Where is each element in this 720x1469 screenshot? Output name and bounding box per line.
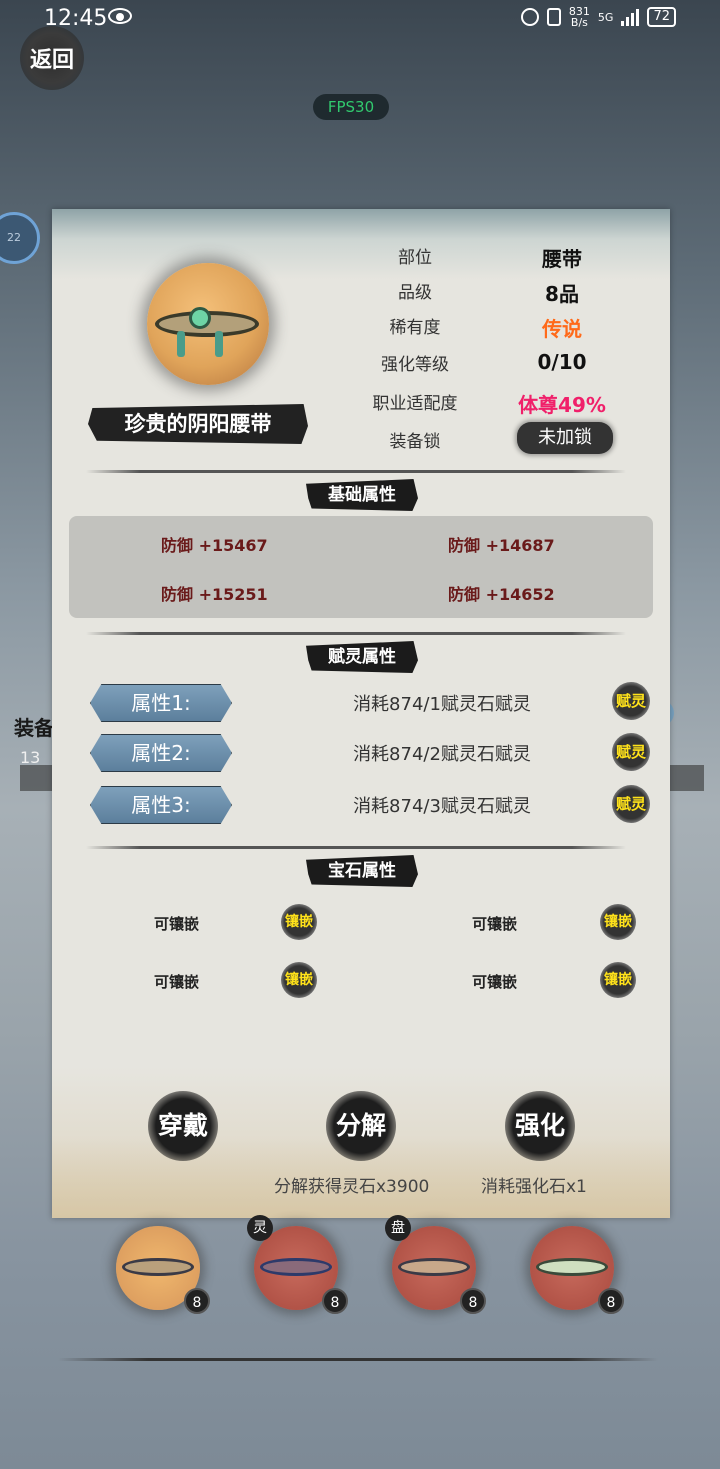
belt-icon [536,1258,608,1276]
grade-badge: 8 [184,1288,210,1314]
enchant-slot-3-button[interactable]: 赋灵 [612,785,650,823]
background-level-badge: 22 [0,212,40,264]
enchant-slot-1-button[interactable]: 赋灵 [612,682,650,720]
enchant-slot-2-label[interactable]: 属性2: [90,734,232,772]
slot-tag: 盘 [385,1215,411,1241]
base-stat: 防御 +15251 [161,585,268,604]
belt-icon [260,1258,332,1276]
grade-badge: 8 [460,1288,486,1314]
gem-slot-1-button[interactable]: 镶嵌 [281,904,317,940]
divider [58,1358,658,1361]
attr-row-class-fit: 职业适配度 体尊49% [372,393,606,417]
attr-row-enhance-level: 强化等级 0/10 [381,350,587,375]
gem-slot-2-button[interactable]: 镶嵌 [600,904,636,940]
base-stat: 防御 +14652 [448,585,555,604]
tassel-icon [177,331,185,357]
network-type: 5G [597,10,614,24]
enchant-slot-3-label[interactable]: 属性3: [90,786,232,824]
belt-icon [398,1258,470,1276]
grade-badge: 8 [598,1288,624,1314]
vibrate-icon [546,8,561,26]
divider [86,632,626,635]
base-stat: 防御 +15467 [161,536,268,555]
attr-row-rarity: 稀有度 传说 [389,317,583,341]
divider [86,846,626,849]
enchant-slot-1-desc: 消耗874/1赋灵石赋灵 [353,694,531,715]
equip-slot-1[interactable]: 8 [116,1226,210,1314]
decompose-button[interactable]: 分解 [326,1091,396,1161]
section-title-enchant: 赋灵属性 [306,641,418,673]
tassel-icon [215,331,223,357]
signal-icon [621,8,640,26]
belt-item-icon [147,263,269,385]
gem-slot-3-button[interactable]: 镶嵌 [281,962,317,998]
alarm-icon [520,8,539,26]
network-speed: 831 B/s [568,5,590,29]
background-equip-label: 装备 [14,716,54,740]
enchant-slot-2-button[interactable]: 赋灵 [612,733,650,771]
enhance-button[interactable]: 强化 [505,1091,575,1161]
belt-icon [122,1258,194,1276]
base-stat: 防御 +14687 [448,536,555,555]
equip-slot-4[interactable]: 8 [530,1226,624,1314]
lock-toggle-button[interactable]: 未加锁 [517,422,613,454]
decompose-note: 分解获得灵石x3900 [274,1177,430,1197]
gem-slot-4-label: 可镶嵌 [472,973,518,991]
gem-slot-2-label: 可镶嵌 [472,915,518,933]
eye-icon [108,8,132,24]
gem-icon [189,307,211,329]
divider [86,470,626,473]
back-button[interactable]: 返回 [20,26,84,90]
battery-icon: 72 [647,7,676,27]
enhance-note: 消耗强化石x1 [481,1177,587,1197]
gem-slot-4-button[interactable]: 镶嵌 [600,962,636,998]
attr-row-slot: 部位 腰带 [398,247,582,271]
slot-tag: 灵 [247,1215,273,1241]
section-title-gem: 宝石属性 [306,855,418,887]
enchant-slot-1-label[interactable]: 属性1: [90,684,232,722]
background-decoration [664,765,704,791]
grade-badge: 8 [322,1288,348,1314]
enchant-slot-3-desc: 消耗874/3赋灵石赋灵 [353,796,531,817]
fps-counter: FPS30 [313,94,389,120]
gem-slot-3-label: 可镶嵌 [154,973,200,991]
attr-row-grade: 品级 8品 [398,282,579,306]
status-bar: 12:45 831 B/s 5G 72 [0,0,720,40]
enchant-slot-2-desc: 消耗874/2赋灵石赋灵 [353,744,531,765]
wear-button[interactable]: 穿戴 [148,1091,218,1161]
item-detail-panel: 珍贵的阴阳腰带 部位 腰带 品级 8品 稀有度 传说 强化等级 0/10 职业适配度 体尊… [52,209,670,1218]
gem-slot-1-label: 可镶嵌 [154,915,200,933]
section-title-base: 基础属性 [306,479,418,511]
item-name: 珍贵的阴阳腰带 [88,404,308,444]
base-stats-box: 防御 +15467 防御 +14687 防御 +15251 防御 +14652 [69,516,653,618]
